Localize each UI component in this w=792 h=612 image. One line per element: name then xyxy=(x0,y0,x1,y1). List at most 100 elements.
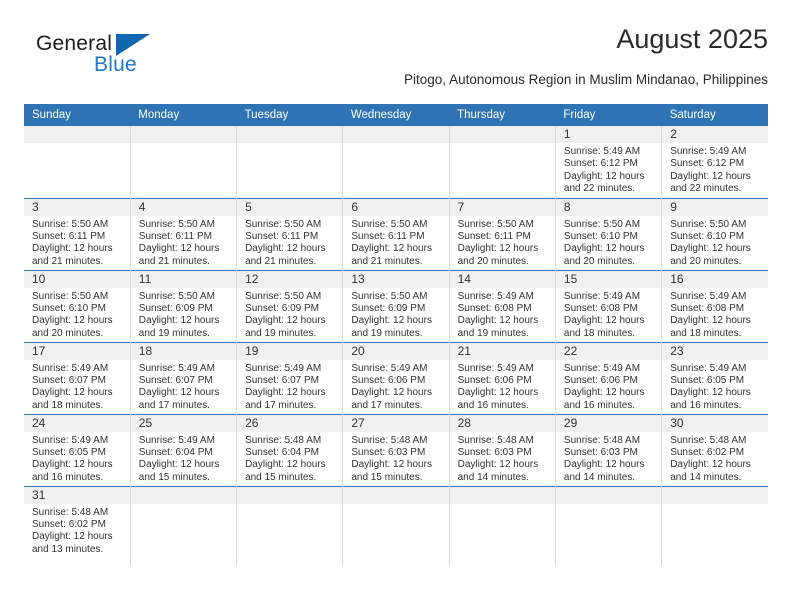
calendar-week-row: 3 Sunrise: 5:50 AM Sunset: 6:11 PM Daylight… xyxy=(24,197,768,270)
daylight-text-cont: and 22 minutes. xyxy=(563,183,636,195)
daylight-text: Daylight: 12 hours xyxy=(457,459,539,471)
calendar-empty-cell xyxy=(342,485,450,566)
day-number: 20 xyxy=(343,343,449,360)
sunrise-text: Sunrise: 5:49 AM xyxy=(245,362,322,374)
sunset-text: Sunset: 6:10 PM xyxy=(670,230,745,242)
calendar-day-cell[interactable]: 14 Sunrise: 5:49 AM Sunset: 6:08 PM Dayligh… xyxy=(449,269,556,342)
day-number: 12 xyxy=(237,271,342,288)
calendar-day-cell[interactable]: 21 Sunrise: 5:49 AM Sunset: 6:06 PM Dayligh… xyxy=(449,341,556,414)
calendar-day-cell[interactable]: 2 Sunrise: 5:49 AM Sunset: 6:12 PM Daylight… xyxy=(661,126,768,198)
daylight-text: Daylight: 12 hours xyxy=(457,315,539,327)
daylight-text-cont: and 21 minutes. xyxy=(351,255,423,267)
sunset-text: Sunset: 6:07 PM xyxy=(245,374,319,386)
sunrise-text: Sunrise: 5:49 AM xyxy=(670,146,747,157)
calendar-day-cell[interactable]: 29 Sunrise: 5:48 AM Sunset: 6:03 PM Dayligh… xyxy=(555,413,663,486)
daylight-text-cont: and 17 minutes. xyxy=(245,399,317,411)
daylight-text-cont: and 14 minutes. xyxy=(670,471,742,483)
calendar-day-cell[interactable]: 10 Sunrise: 5:50 AM Sunset: 6:10 PM Dayligh… xyxy=(24,269,131,342)
sunset-text: Sunset: 6:03 PM xyxy=(351,446,426,458)
daylight-text: Daylight: 12 hours xyxy=(138,315,220,327)
daylight-text-cont: and 19 minutes. xyxy=(138,327,210,339)
calendar-day-cell[interactable]: 1 Sunrise: 5:49 AM Sunset: 6:12 PM Daylight… xyxy=(555,126,663,198)
sunrise-text: Sunrise: 5:50 AM xyxy=(351,218,428,230)
sunset-text: Sunset: 6:06 PM xyxy=(457,374,532,386)
calendar-day-cell[interactable]: 20 Sunrise: 5:49 AM Sunset: 6:06 PM Dayligh… xyxy=(342,341,450,414)
day-number: 31 xyxy=(24,487,130,504)
day-sun-info: Sunrise: 5:50 AM Sunset: 6:11 PM Daylight:… xyxy=(131,216,236,269)
day-number: 21 xyxy=(449,343,555,360)
sunrise-text: Sunrise: 5:49 AM xyxy=(563,146,641,157)
calendar-day-cell[interactable]: 11 Sunrise: 5:50 AM Sunset: 6:09 PM Dayligh… xyxy=(130,269,238,342)
calendar-day-cell[interactable]: 7 Sunrise: 5:50 AM Sunset: 6:11 PM Daylight… xyxy=(449,197,556,270)
calendar-day-cell[interactable]: 3 Sunrise: 5:50 AM Sunset: 6:11 PM Daylight… xyxy=(24,197,131,270)
daylight-text: Daylight: 12 hours xyxy=(138,387,220,399)
sunset-text: Sunset: 6:04 PM xyxy=(245,446,319,458)
calendar-day-cell[interactable]: 24 Sunrise: 5:49 AM Sunset: 6:05 PM Dayligh… xyxy=(24,413,131,486)
day-number: 14 xyxy=(449,271,555,288)
day-sun-info: Sunrise: 5:48 AM Sunset: 6:02 PM Daylight:… xyxy=(662,432,768,485)
calendar-empty-cell xyxy=(236,126,344,198)
day-number: 19 xyxy=(237,343,342,360)
daylight-text: Daylight: 12 hours xyxy=(245,243,326,255)
sunrise-text: Sunrise: 5:48 AM xyxy=(670,434,747,446)
day-number: 1 xyxy=(555,126,661,143)
calendar-day-cell[interactable]: 28 Sunrise: 5:48 AM Sunset: 6:03 PM Dayligh… xyxy=(449,413,556,486)
calendar-day-cell[interactable]: 19 Sunrise: 5:49 AM Sunset: 6:07 PM Dayligh… xyxy=(236,341,344,414)
calendar-day-cell[interactable]: 27 Sunrise: 5:48 AM Sunset: 6:03 PM Dayligh… xyxy=(342,413,450,486)
sunset-text: Sunset: 6:04 PM xyxy=(138,446,213,458)
daylight-text-cont: and 15 minutes. xyxy=(245,471,317,483)
day-number: 22 xyxy=(555,343,661,360)
day-number xyxy=(130,487,236,504)
day-sun-info: Sunrise: 5:50 AM Sunset: 6:11 PM Daylight:… xyxy=(343,216,448,269)
sunset-text: Sunset: 6:03 PM xyxy=(457,446,532,458)
day-number: 4 xyxy=(130,199,236,216)
calendar-empty-cell xyxy=(555,485,663,566)
calendar-day-cell[interactable]: 26 Sunrise: 5:48 AM Sunset: 6:04 PM Dayligh… xyxy=(236,413,344,486)
day-sun-info: Sunrise: 5:50 AM Sunset: 6:11 PM Daylight:… xyxy=(450,216,555,269)
calendar-day-cell[interactable]: 15 Sunrise: 5:49 AM Sunset: 6:08 PM Dayligh… xyxy=(555,269,663,342)
calendar-day-cell[interactable]: 13 Sunrise: 5:50 AM Sunset: 6:09 PM Dayligh… xyxy=(342,269,450,342)
sunrise-text: Sunrise: 5:49 AM xyxy=(138,362,215,374)
calendar-day-cell[interactable]: 12 Sunrise: 5:50 AM Sunset: 6:09 PM Dayligh… xyxy=(236,269,344,342)
daylight-text-cont: and 21 minutes. xyxy=(32,255,104,267)
day-number xyxy=(449,487,555,504)
calendar-day-cell[interactable]: 22 Sunrise: 5:49 AM Sunset: 6:06 PM Dayligh… xyxy=(555,341,663,414)
daylight-text: Daylight: 12 hours xyxy=(563,315,645,327)
sunset-text: Sunset: 6:10 PM xyxy=(32,302,106,314)
daylight-text: Daylight: 12 hours xyxy=(351,387,432,399)
calendar-day-cell[interactable]: 16 Sunrise: 5:49 AM Sunset: 6:08 PM Dayligh… xyxy=(661,269,768,342)
calendar-day-cell[interactable]: 9 Sunrise: 5:50 AM Sunset: 6:10 PM Daylight… xyxy=(661,197,768,270)
calendar-empty-cell xyxy=(661,485,768,566)
calendar-day-cell[interactable]: 30 Sunrise: 5:48 AM Sunset: 6:02 PM Dayligh… xyxy=(661,413,768,486)
general-blue-logo[interactable]: General Blue xyxy=(36,32,216,88)
calendar-day-cell[interactable]: 5 Sunrise: 5:50 AM Sunset: 6:11 PM Daylight… xyxy=(236,197,344,270)
sunset-text: Sunset: 6:08 PM xyxy=(457,302,532,314)
sunrise-text: Sunrise: 5:50 AM xyxy=(32,290,109,302)
day-sun-info: Sunrise: 5:49 AM Sunset: 6:08 PM Daylight:… xyxy=(450,288,555,341)
day-sun-info: Sunrise: 5:48 AM Sunset: 6:04 PM Daylight:… xyxy=(237,432,342,485)
calendar-day-cell[interactable]: 4 Sunrise: 5:50 AM Sunset: 6:11 PM Daylight… xyxy=(130,197,238,270)
sunrise-text: Sunrise: 5:49 AM xyxy=(670,362,747,374)
calendar-day-cell[interactable]: 23 Sunrise: 5:49 AM Sunset: 6:05 PM Dayligh… xyxy=(661,341,768,414)
calendar-day-cell[interactable]: 25 Sunrise: 5:49 AM Sunset: 6:04 PM Dayligh… xyxy=(130,413,238,486)
day-sun-info: Sunrise: 5:49 AM Sunset: 6:04 PM Daylight:… xyxy=(131,432,236,485)
day-number xyxy=(555,487,661,504)
calendar-day-cell[interactable]: 8 Sunrise: 5:50 AM Sunset: 6:10 PM Daylight… xyxy=(555,197,663,270)
daylight-text-cont: and 14 minutes. xyxy=(457,471,529,483)
daylight-text-cont: and 16 minutes. xyxy=(563,399,636,411)
sunset-text: Sunset: 6:11 PM xyxy=(245,230,319,242)
day-number: 15 xyxy=(555,271,661,288)
sunrise-text: Sunrise: 5:49 AM xyxy=(457,362,534,374)
calendar-day-cell[interactable]: 6 Sunrise: 5:50 AM Sunset: 6:11 PM Daylight… xyxy=(342,197,450,270)
day-sun-info: Sunrise: 5:49 AM Sunset: 6:07 PM Daylight:… xyxy=(131,360,236,413)
calendar-week-row: 24 Sunrise: 5:49 AM Sunset: 6:05 PM Dayligh… xyxy=(24,413,768,486)
calendar-day-cell[interactable]: 31 Sunrise: 5:48 AM Sunset: 6:02 PM Dayligh… xyxy=(24,485,131,566)
day-number: 29 xyxy=(555,415,661,432)
calendar-day-cell[interactable]: 17 Sunrise: 5:49 AM Sunset: 6:07 PM Dayligh… xyxy=(24,341,131,414)
calendar-day-cell[interactable]: 18 Sunrise: 5:49 AM Sunset: 6:07 PM Dayligh… xyxy=(130,341,238,414)
daylight-text: Daylight: 12 hours xyxy=(32,459,113,471)
day-number xyxy=(449,126,555,143)
sunset-text: Sunset: 6:07 PM xyxy=(32,374,106,386)
daylight-text: Daylight: 12 hours xyxy=(32,315,113,327)
day-number xyxy=(343,487,449,504)
